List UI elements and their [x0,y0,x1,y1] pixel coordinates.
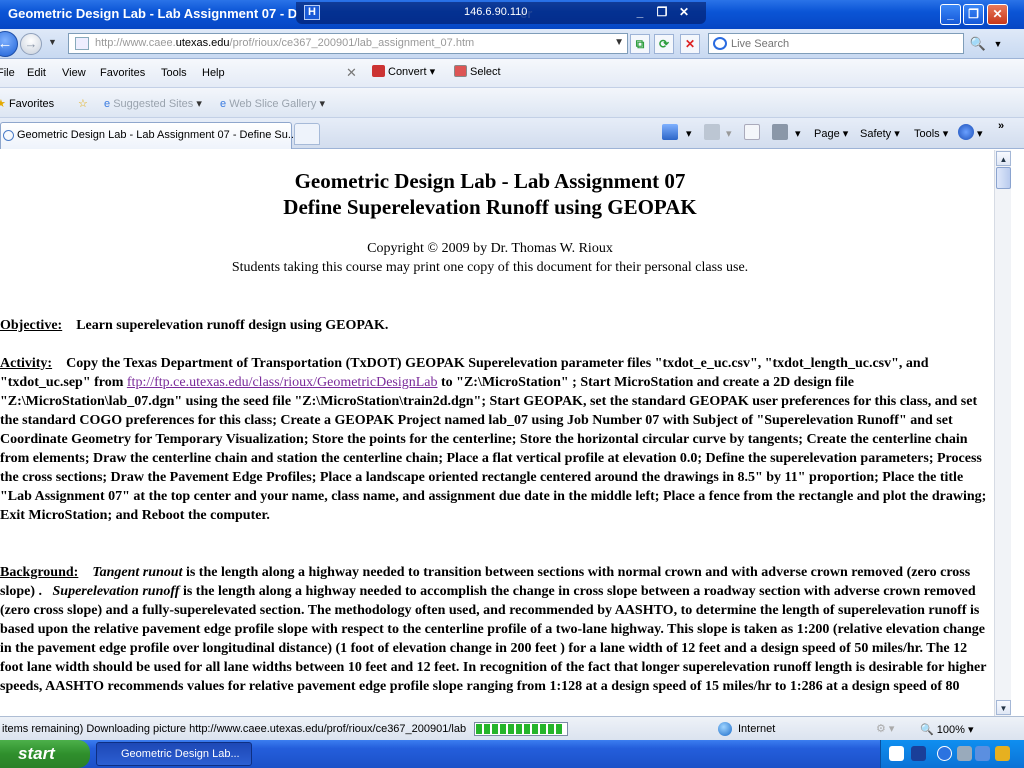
compatibility-view-icon[interactable]: ⧉ [630,34,650,54]
feeds-dropdown-icon[interactable]: ▾ [726,127,732,140]
status-text: items remaining) Downloading picture htt… [2,723,467,735]
remote-minimize-icon[interactable]: _ [632,5,648,20]
home-dropdown-icon[interactable]: ▾ [686,127,692,140]
favorites-bar: ★ Favorites ☆ e Suggested Sites ▾ e Web … [0,88,1024,118]
menu-view[interactable]: View [62,67,86,79]
close-toolbar-icon[interactable]: ✕ [346,65,357,81]
volume-tray-icon[interactable] [975,746,990,761]
ie-icon [3,130,14,141]
remote-restore-icon[interactable]: ❐ [654,5,670,20]
system-tray [880,740,1024,768]
objective-paragraph: Objective: Learn superelevation runoff d… [0,318,389,333]
ftp-link[interactable]: ftp://ftp.ce.utexas.edu/class/rioux/Geom… [127,375,438,390]
home-icon[interactable] [662,124,678,140]
search-box[interactable] [708,33,964,54]
menu-bar: File Edit View Favorites Tools Help ✕ Co… [0,59,1024,88]
menu-favorites[interactable]: Favorites [100,67,145,79]
remote-desktop-bar[interactable]: H 146.6.90.110 _ ❐ ✕ [296,2,706,24]
convert-button[interactable]: Convert ▾ [372,65,435,78]
security-zone[interactable]: Internet [738,723,775,735]
back-button[interactable]: ← [0,31,18,57]
star-icon: ★ [0,98,6,110]
menu-edit[interactable]: Edit [27,67,46,79]
close-button[interactable]: ✕ [987,4,1008,25]
display-tray-icon[interactable] [957,746,972,761]
remote-ip-address: 146.6.90.110 [464,6,528,18]
menu-help[interactable]: Help [202,67,225,79]
search-icon[interactable]: 🔍 [968,34,988,54]
new-tab-button[interactable] [294,123,320,145]
background-paragraph: Background: Tangent runout is the length… [0,565,987,694]
mail-icon[interactable] [744,124,760,140]
select-button[interactable]: Select [454,65,501,78]
help-tray-icon[interactable] [889,746,904,761]
vertical-scrollbar[interactable]: ▲ ▼ [994,150,1011,716]
internet-zone-icon [718,722,732,736]
network-tray-icon[interactable] [911,746,926,761]
address-dropdown-icon[interactable]: ▼ [614,37,624,48]
page-content[interactable]: Geometric Design Lab - Lab Assignment 07… [0,150,994,716]
search-input[interactable] [731,36,959,51]
print-dropdown-icon[interactable]: ▾ [795,127,801,140]
start-button[interactable]: start [0,740,90,768]
minimize-button[interactable]: _ [940,4,961,25]
download-progress-bar [474,722,568,736]
safety-menu[interactable]: Safety ▾ [860,127,900,140]
maximize-button[interactable]: ❐ [963,4,984,25]
page-icon [75,37,89,50]
suggested-sites-button[interactable]: e Suggested Sites ▾ [104,97,202,110]
window-edge [1011,150,1024,716]
taskbar-ie-window[interactable]: Geometric Design Lab... [96,742,252,766]
stop-icon[interactable]: ✕ [680,34,700,54]
forward-button[interactable]: → [20,33,42,55]
menu-tools[interactable]: Tools [161,67,187,79]
page-menu[interactable]: Page ▾ [814,127,848,140]
refresh-icon[interactable]: ⟳ [654,34,674,54]
document-title: Geometric Design Lab - Lab Assignment 07… [283,169,697,219]
remote-close-icon[interactable]: ✕ [676,5,692,20]
feeds-icon[interactable] [704,124,720,140]
scroll-up-icon[interactable]: ▲ [996,151,1011,166]
pdf-icon [372,65,385,77]
address-toolbar: ← → ▼ http://www.caee.utexas.edu/prof/ri… [0,29,1024,59]
print-icon[interactable] [772,124,788,140]
ie-icon: e [220,98,227,110]
tab-lab-assignment[interactable]: Geometric Design Lab - Lab Assignment 07… [0,122,297,149]
scrollbar-thumb[interactable] [996,167,1011,189]
tab-bar: Geometric Design Lab - Lab Assignment 07… [0,118,1024,149]
search-options-icon[interactable]: ▼ [990,34,1006,54]
zoom-level[interactable]: 🔍 100% ▾ [920,723,973,736]
url-text[interactable]: http://www.caee.utexas.edu/prof/rioux/ce… [95,37,474,49]
copyright-notice: Copyright © 2009 by Dr. Thomas W. Rioux … [231,241,749,275]
address-field[interactable]: http://www.caee.utexas.edu/prof/rioux/ce… [68,33,628,54]
window-title-bar[interactable]: Geometric Design Lab - Lab Assignment 07… [0,0,1024,29]
status-bar: items remaining) Downloading picture htt… [0,716,1024,740]
protected-mode-icon[interactable]: ⚙ ▾ [876,722,894,735]
more-commands-icon[interactable]: » [998,120,1004,132]
nav-tray-icon[interactable] [937,746,952,761]
window-title: Geometric Design Lab - Lab Assignment 07… [8,6,298,21]
select-icon [454,65,467,77]
recent-pages-dropdown-icon[interactable]: ▼ [48,37,57,47]
tools-menu[interactable]: Tools ▾ [914,127,948,140]
menu-file[interactable]: File [0,67,15,79]
remote-pin-icon[interactable]: H [304,5,320,20]
tab-label: Geometric Design Lab - Lab Assignment 07… [17,129,298,141]
activity-paragraph: Activity: Copy the Texas Department of T… [0,356,987,523]
favorites-button[interactable]: ★ Favorites [0,97,54,110]
add-favorite-icon[interactable]: ☆ [78,97,88,110]
scroll-down-icon[interactable]: ▼ [996,700,1011,715]
help-dropdown-icon[interactable]: ▾ [977,127,983,140]
live-search-logo-icon [713,37,727,50]
help-icon[interactable] [958,124,974,140]
security-tray-icon[interactable] [995,746,1010,761]
web-slice-gallery-button[interactable]: e Web Slice Gallery ▾ [220,97,325,110]
ie-icon: e [104,98,111,110]
taskbar: start Geometric Design Lab... [0,740,1024,768]
